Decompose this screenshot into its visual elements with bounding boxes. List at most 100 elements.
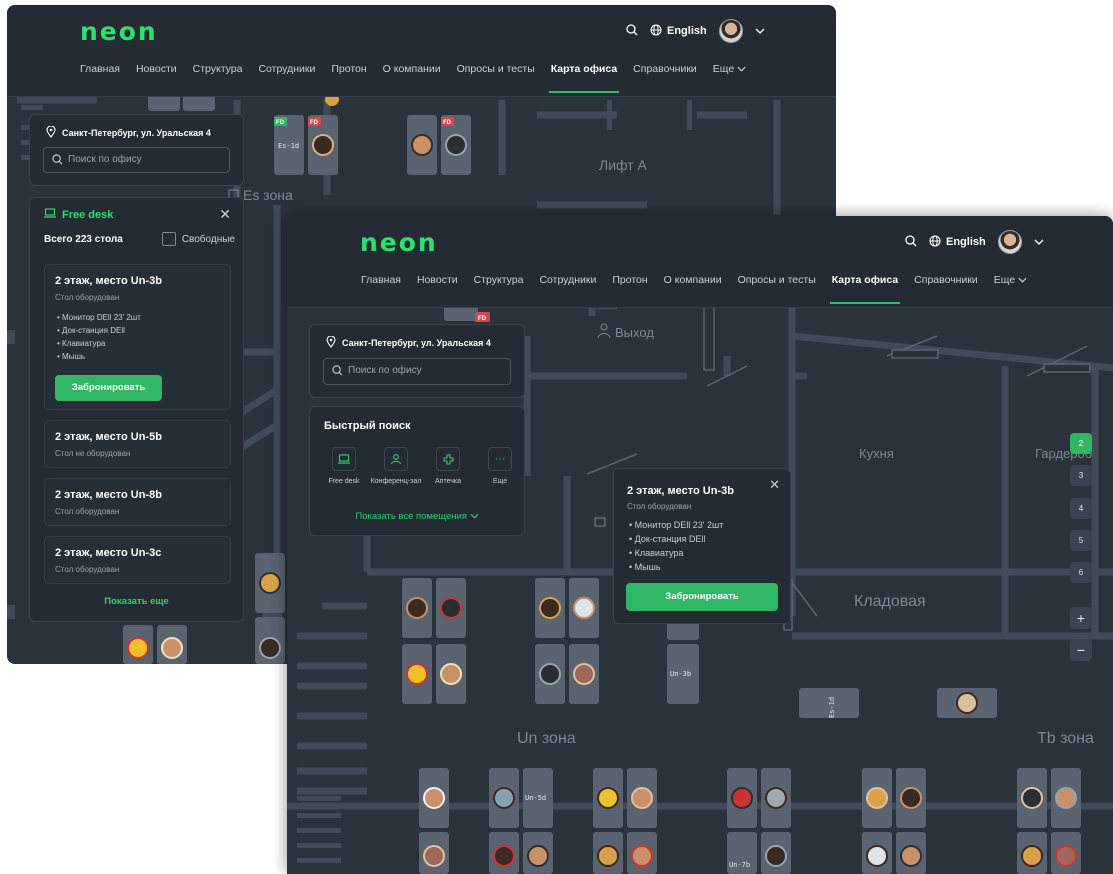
popup-title: 2 этаж, место Un-3b	[627, 485, 734, 497]
search-input[interactable]: Поиск по офису	[323, 358, 511, 385]
room-label-exit: Выход	[615, 325, 654, 340]
floor-button[interactable]: 6	[1070, 562, 1092, 583]
nav-item[interactable]: Сотрудники	[258, 63, 315, 75]
chevron-down-icon[interactable]	[1034, 236, 1044, 248]
quick-item-first-aid[interactable]: Аптечка	[422, 447, 474, 485]
floor-button-active[interactable]: 2	[1070, 433, 1092, 454]
desk-count: Всего 223 стола	[44, 234, 123, 245]
laptop-icon	[44, 208, 56, 221]
room-label-storage: Кладовая	[854, 593, 926, 610]
nav-item-more[interactable]: Еще	[994, 274, 1027, 286]
equipment-item: Мышь	[629, 560, 723, 574]
nav-item[interactable]: О компании	[383, 63, 441, 75]
zoom-in-button[interactable]: +	[1070, 607, 1092, 629]
nav-item[interactable]: Протон	[612, 274, 647, 286]
fd-tag: FD	[443, 120, 452, 126]
chevron-down-icon	[737, 66, 746, 72]
equipment-item: Док-станция DEll	[57, 324, 141, 337]
desk-card[interactable]: 2 этаж, место Un-3b Стол оборудован Мони…	[44, 264, 231, 410]
desk-title: 2 этаж, место Un-8b	[55, 489, 162, 501]
nav-item[interactable]: Главная	[361, 274, 401, 286]
nav-item-active[interactable]: Карта офиса	[829, 274, 901, 304]
equipment-list: Монитор DEll 23' 2шт Док-станция DEll Кл…	[57, 311, 141, 363]
quick-search-items: Free desk Конференц-зал Аптечка ··· Еще	[318, 447, 526, 485]
equipment-item: Монитор DEll 23' 2шт	[629, 518, 724, 532]
nav-item[interactable]: О компании	[664, 274, 722, 286]
front-window: FD Un-3b Un-5d Un-7b Es-1d Выход Кухня Г…	[287, 216, 1113, 874]
top-right-controls: English	[905, 230, 1044, 254]
desk-status: Стол оборудован	[55, 507, 120, 516]
nav-item[interactable]: Сотрудники	[539, 274, 596, 286]
top-bar: neon English Главная Новости Структура С…	[7, 5, 836, 97]
search-icon	[332, 365, 343, 379]
show-all-rooms-link[interactable]: Показать все помещения	[310, 511, 524, 522]
language-switcher[interactable]: English	[929, 234, 986, 250]
floor-button[interactable]: 3	[1070, 465, 1092, 486]
location-pin-icon	[326, 335, 336, 350]
free-checkbox[interactable]	[161, 232, 176, 246]
search-input[interactable]: Поиск по офису	[43, 147, 230, 173]
nav-item[interactable]: Справочники	[914, 274, 978, 286]
nav-item-active[interactable]: Карта офиса	[548, 63, 620, 93]
main-nav: Главная Новости Структура Сотрудники Про…	[361, 274, 1027, 304]
equipment-item: Клавиатура	[57, 337, 141, 350]
chevron-down-icon[interactable]	[755, 25, 765, 37]
laptop-icon	[332, 447, 356, 471]
desk-label: Es-1d	[828, 697, 836, 718]
nav-item[interactable]: Новости	[136, 63, 177, 75]
office-address[interactable]: Санкт-Петербург, ул. Уральская 4	[326, 335, 491, 350]
user-avatar[interactable]	[718, 19, 743, 43]
nav-item[interactable]: Структура	[193, 63, 243, 75]
desk-card[interactable]: 2 этаж, место Un-5b Стол не оборудован	[44, 420, 231, 468]
office-address[interactable]: Санкт-Петербург, ул. Уральская 4	[46, 125, 211, 140]
show-more-link[interactable]: Показать еще	[30, 596, 243, 607]
nav-item[interactable]: Протон	[331, 63, 366, 75]
desk-status: Стол оборудован	[55, 565, 120, 574]
nav-item[interactable]: Новости	[417, 274, 458, 286]
popup-status: Стол оборудован	[627, 502, 692, 511]
close-icon[interactable]: ✕	[219, 206, 231, 223]
book-button[interactable]: Забронировать	[626, 583, 778, 611]
chevron-down-icon	[470, 513, 479, 519]
desk-label: Un-7b	[729, 861, 750, 869]
floor-button[interactable]: 5	[1070, 530, 1092, 551]
desk-label: Un-5d	[525, 794, 546, 802]
desk-status: Стол не оборудован	[55, 449, 131, 458]
quick-search-title: Быстрый поиск	[324, 420, 411, 432]
free-filter[interactable]: Свободные	[161, 232, 235, 246]
zoom-out-button[interactable]: −	[1070, 639, 1092, 661]
logo[interactable]: neon	[80, 17, 158, 46]
language-label: English	[667, 25, 707, 37]
box-icon	[594, 517, 606, 527]
desk-title: 2 этаж, место Un-5b	[55, 431, 162, 443]
nav-item-more[interactable]: Еще	[713, 63, 746, 75]
nav-item[interactable]: Справочники	[633, 63, 697, 75]
fd-tag: FD	[276, 120, 285, 126]
quick-item-free-desk[interactable]: Free desk	[318, 447, 370, 485]
search-icon[interactable]	[905, 234, 917, 250]
nav-item[interactable]: Структура	[474, 274, 524, 286]
people-icon	[384, 447, 408, 471]
quick-item-conference[interactable]: Конференц-зал	[370, 447, 422, 485]
close-icon[interactable]: ✕	[769, 477, 780, 493]
logo[interactable]: neon	[360, 228, 438, 257]
language-label: English	[946, 236, 986, 248]
desk-card[interactable]: 2 этаж, место Un-8b Стол оборудован	[44, 478, 231, 526]
quick-item-more[interactable]: ··· Еще	[474, 447, 526, 485]
first-aid-icon	[436, 447, 460, 471]
room-label-kitchen: Кухня	[859, 446, 894, 461]
equipment-item: Клавиатура	[629, 546, 723, 560]
desk-card[interactable]: 2 этаж, место Un-3c Стол оборудован	[44, 536, 231, 584]
desk-label: Un-3b	[670, 670, 691, 678]
nav-item[interactable]: Опросы и тесты	[457, 63, 535, 75]
nav-item[interactable]: Главная	[80, 63, 120, 75]
fd-tag: FD	[478, 316, 487, 322]
user-avatar[interactable]	[997, 230, 1022, 254]
office-search-panel: Санкт-Петербург, ул. Уральская 4 Поиск п…	[29, 114, 244, 186]
book-button[interactable]: Забронировать	[55, 375, 162, 401]
nav-item[interactable]: Опросы и тесты	[738, 274, 816, 286]
desk-popup: 2 этаж, место Un-3b ✕ Стол оборудован Мо…	[613, 468, 791, 624]
floor-button[interactable]: 4	[1070, 498, 1092, 519]
search-icon[interactable]	[626, 23, 638, 39]
language-switcher[interactable]: English	[650, 23, 707, 39]
